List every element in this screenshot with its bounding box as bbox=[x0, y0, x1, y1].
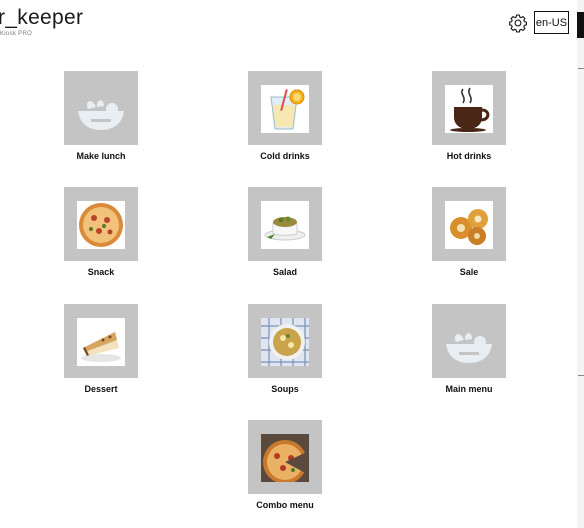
edge-tick bbox=[578, 68, 584, 69]
bowl-logo-icon bbox=[78, 100, 124, 130]
app-subtitle: Kiosk PRO bbox=[0, 31, 33, 37]
tile-label: Salad bbox=[272, 267, 297, 277]
bowl-logo-icon bbox=[446, 333, 492, 363]
tile-label: Snack bbox=[87, 267, 115, 277]
pizza-icon bbox=[77, 201, 125, 249]
cold-drink-icon bbox=[261, 85, 309, 133]
tile-background bbox=[64, 71, 138, 145]
tile-background bbox=[248, 187, 322, 261]
tile-background bbox=[432, 304, 506, 378]
tile-background bbox=[432, 187, 506, 261]
pastry-icon bbox=[445, 201, 493, 249]
gear-icon[interactable] bbox=[508, 13, 528, 33]
tile-label: Combo menu bbox=[256, 500, 314, 510]
edge-bar bbox=[577, 12, 584, 38]
tile-label: Cold drinks bbox=[260, 151, 310, 161]
app-header: r_keeper Kiosk PRO en-US bbox=[0, 0, 584, 50]
tile-background bbox=[248, 420, 322, 494]
combo-pizza-icon bbox=[261, 434, 309, 482]
tile-background bbox=[64, 187, 138, 261]
tile-label: Hot drinks bbox=[446, 151, 492, 161]
tile-label: Sale bbox=[459, 267, 479, 277]
tile-label: Make lunch bbox=[76, 151, 126, 161]
salad-icon bbox=[261, 201, 309, 249]
coffee-cup-icon bbox=[445, 85, 493, 133]
soup-icon bbox=[261, 318, 309, 366]
language-selector[interactable]: en-US bbox=[534, 11, 569, 34]
app-title: r_keeper bbox=[0, 6, 84, 29]
window-edge bbox=[577, 0, 584, 528]
tile-background bbox=[248, 71, 322, 145]
tile-background bbox=[248, 304, 322, 378]
cake-icon bbox=[77, 318, 125, 366]
tile-background bbox=[432, 71, 506, 145]
tile-label: Dessert bbox=[84, 384, 118, 394]
tile-label: Main menu bbox=[445, 384, 493, 394]
tile-label: Soups bbox=[271, 384, 299, 394]
edge-tick bbox=[578, 375, 584, 376]
tile-background bbox=[64, 304, 138, 378]
